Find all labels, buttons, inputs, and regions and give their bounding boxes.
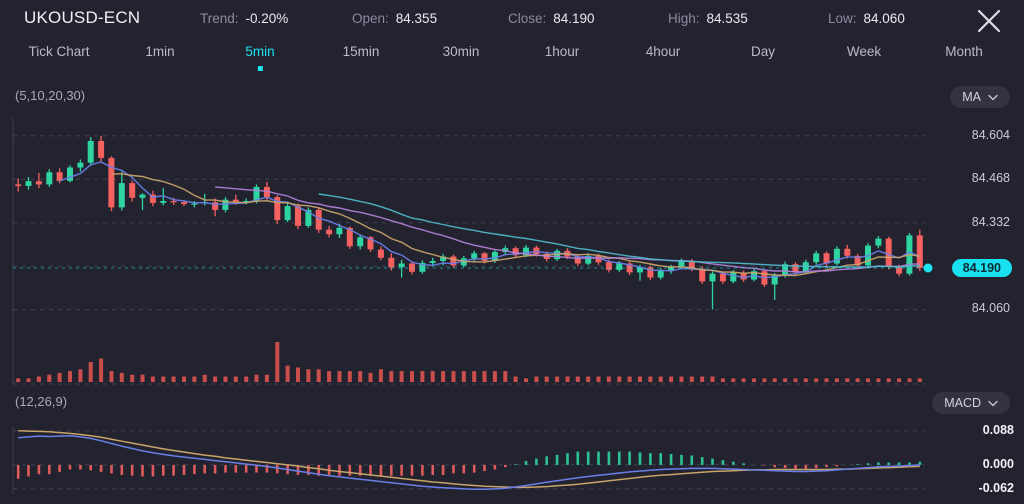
stat-close-label: Close: <box>508 11 547 26</box>
candlestick-chart[interactable]: 84.604 84.468 84.332 84.060 84.190 <box>0 110 1024 392</box>
macd-chart[interactable]: 0.088 0.000 -0.062 <box>0 418 1024 504</box>
price-axis-label: 84.060 <box>971 301 1010 316</box>
stat-trend-value: -0.20% <box>245 11 289 26</box>
timeframe-tabs: Tick Chart 1min 5min 15min 30min 1hour 4hour Da… <box>0 42 1024 80</box>
chart-window: UKOUSD-ECN Trend: -0.20% Open: 84.355 Clos… <box>0 0 1024 504</box>
stat-open-value: 84.355 <box>395 11 438 26</box>
macd-axis-label: 0.000 <box>982 456 1014 471</box>
stat-low: Low: 84.060 <box>828 11 905 26</box>
tab-week[interactable]: Week <box>847 42 881 61</box>
stat-close-value: 84.190 <box>553 11 595 26</box>
stat-low-value: 84.060 <box>863 11 905 26</box>
tab-label: Tick Chart <box>28 44 90 59</box>
current-price-badge: 84.190 <box>951 258 1012 277</box>
tab-4hour[interactable]: 4hour <box>646 42 681 61</box>
tab-label: Month <box>945 44 983 59</box>
tab-day[interactable]: Day <box>751 42 775 61</box>
tab-label: 30min <box>442 44 480 59</box>
close-icon[interactable] <box>974 6 1004 36</box>
symbol-title: UKOUSD-ECN <box>24 8 141 27</box>
macd-dropdown-button[interactable]: MACD <box>932 392 1010 414</box>
chevron-down-icon <box>988 94 998 100</box>
tab-1hour[interactable]: 1hour <box>545 42 580 61</box>
stat-close: Close: 84.190 <box>508 11 595 26</box>
candlestick-canvas <box>12 118 933 385</box>
macd-axis-label: -0.062 <box>978 480 1014 495</box>
stat-low-label: Low: <box>828 11 857 26</box>
stat-high-label: High: <box>668 11 700 26</box>
stat-open-label: Open: <box>352 11 389 26</box>
ma-params-label: (5,10,20,30) <box>15 88 86 103</box>
ma-dropdown-label: MA <box>962 90 981 104</box>
header-bar: UKOUSD-ECN Trend: -0.20% Open: 84.355 Clos… <box>0 0 1024 40</box>
ma-indicator-row: (5,10,20,30) MA <box>0 86 1024 110</box>
tab-label: 5min <box>245 44 275 59</box>
macd-params-label: (12,26,9) <box>15 394 68 409</box>
tab-15min[interactable]: 15min <box>343 42 380 61</box>
tab-month[interactable]: Month <box>945 42 983 61</box>
ma-dropdown-button[interactable]: MA <box>950 86 1010 108</box>
stat-high-value: 84.535 <box>706 11 748 26</box>
tab-label: 1hour <box>544 44 580 59</box>
price-axis-label: 84.332 <box>971 214 1010 229</box>
stat-trend-label: Trend: <box>200 11 239 26</box>
price-axis-label: 84.468 <box>971 171 1010 186</box>
active-tab-indicator <box>257 66 263 71</box>
tab-tick-chart[interactable]: Tick Chart <box>28 42 89 61</box>
macd-axis-label: 0.088 <box>982 422 1014 437</box>
tab-30min[interactable]: 30min <box>443 42 480 61</box>
tab-label: Week <box>846 44 882 59</box>
tab-label: 4hour <box>645 44 681 59</box>
stat-high: High: 84.535 <box>668 11 748 26</box>
tab-label: Day <box>750 44 776 59</box>
macd-dropdown-label: MACD <box>944 396 981 410</box>
stat-open: Open: 84.355 <box>352 11 437 26</box>
stat-trend: Trend: -0.20% <box>200 11 288 26</box>
tab-label: 15min <box>342 44 380 59</box>
macd-canvas <box>12 426 925 494</box>
price-axis-label: 84.604 <box>971 127 1010 142</box>
tab-1min[interactable]: 1min <box>145 42 174 61</box>
chevron-down-icon <box>988 400 998 406</box>
tab-5min[interactable]: 5min <box>245 42 275 71</box>
tab-label: 1min <box>145 44 175 59</box>
macd-indicator-row: (12,26,9) MACD <box>0 392 1024 416</box>
